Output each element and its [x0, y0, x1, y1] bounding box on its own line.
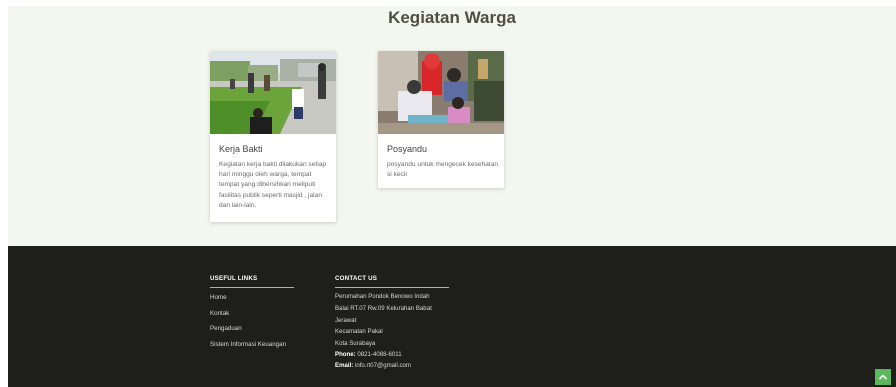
card-posyandu[interactable]: Posyandu posyandu untuk mengecek kesehat… — [378, 51, 504, 188]
footer-link-sistem-informasi-keuangan[interactable]: Sistem Informasi Keuangan — [210, 341, 286, 348]
card-kerja-bakti[interactable]: Kerja Bakti Kegiatan kerja bakti dilakuk… — [210, 51, 336, 222]
contact-email: Email: info.rt07@gmail.com — [335, 362, 411, 369]
phone-label: Phone: — [335, 351, 356, 358]
card-description: posyandu untuk mengecek kesehatan si kec… — [387, 161, 499, 179]
chevron-up-icon — [878, 374, 888, 380]
kerja-bakti-image — [210, 51, 336, 134]
main-top-edge — [8, 0, 896, 6]
card-title: Posyandu — [387, 144, 428, 154]
scroll-to-top-button[interactable] — [875, 369, 891, 385]
footer — [8, 246, 896, 387]
section-title: Kegiatan Warga — [388, 8, 516, 27]
email-label: Email: — [335, 362, 354, 369]
useful-links-rule — [210, 287, 294, 288]
card-title: Kerja Bakti — [219, 144, 263, 154]
email-address: info.rt07@gmail.com — [355, 362, 411, 369]
contact-us-heading: CONTACT US — [335, 275, 378, 282]
contact-address-line: Kota Surabaya — [335, 340, 376, 347]
footer-link-home[interactable]: Home — [210, 294, 227, 301]
posyandu-image — [378, 51, 504, 134]
phone-number: 0821-4088-6011 — [357, 351, 402, 358]
contact-address-line: Balai RT.07 Rw.09 Kelurahan Babat — [335, 305, 432, 312]
footer-link-pengaduan[interactable]: Pengaduan — [210, 325, 242, 332]
contact-us-rule — [335, 287, 449, 288]
contact-phone: Phone: 0821-4088-6011 — [335, 351, 402, 358]
contact-address-line: Jerawat — [335, 317, 357, 324]
useful-links-heading: USEFUL LINKS — [210, 275, 258, 282]
footer-link-kontak[interactable]: Kontak — [210, 310, 229, 317]
contact-address-line: Kecamatan Pakal — [335, 328, 383, 335]
card-description: Kegiatan kerja bakti dilakukan setiap ha… — [219, 161, 327, 209]
contact-address-line: Perumahan Pondok Benowo Indah — [335, 293, 430, 300]
